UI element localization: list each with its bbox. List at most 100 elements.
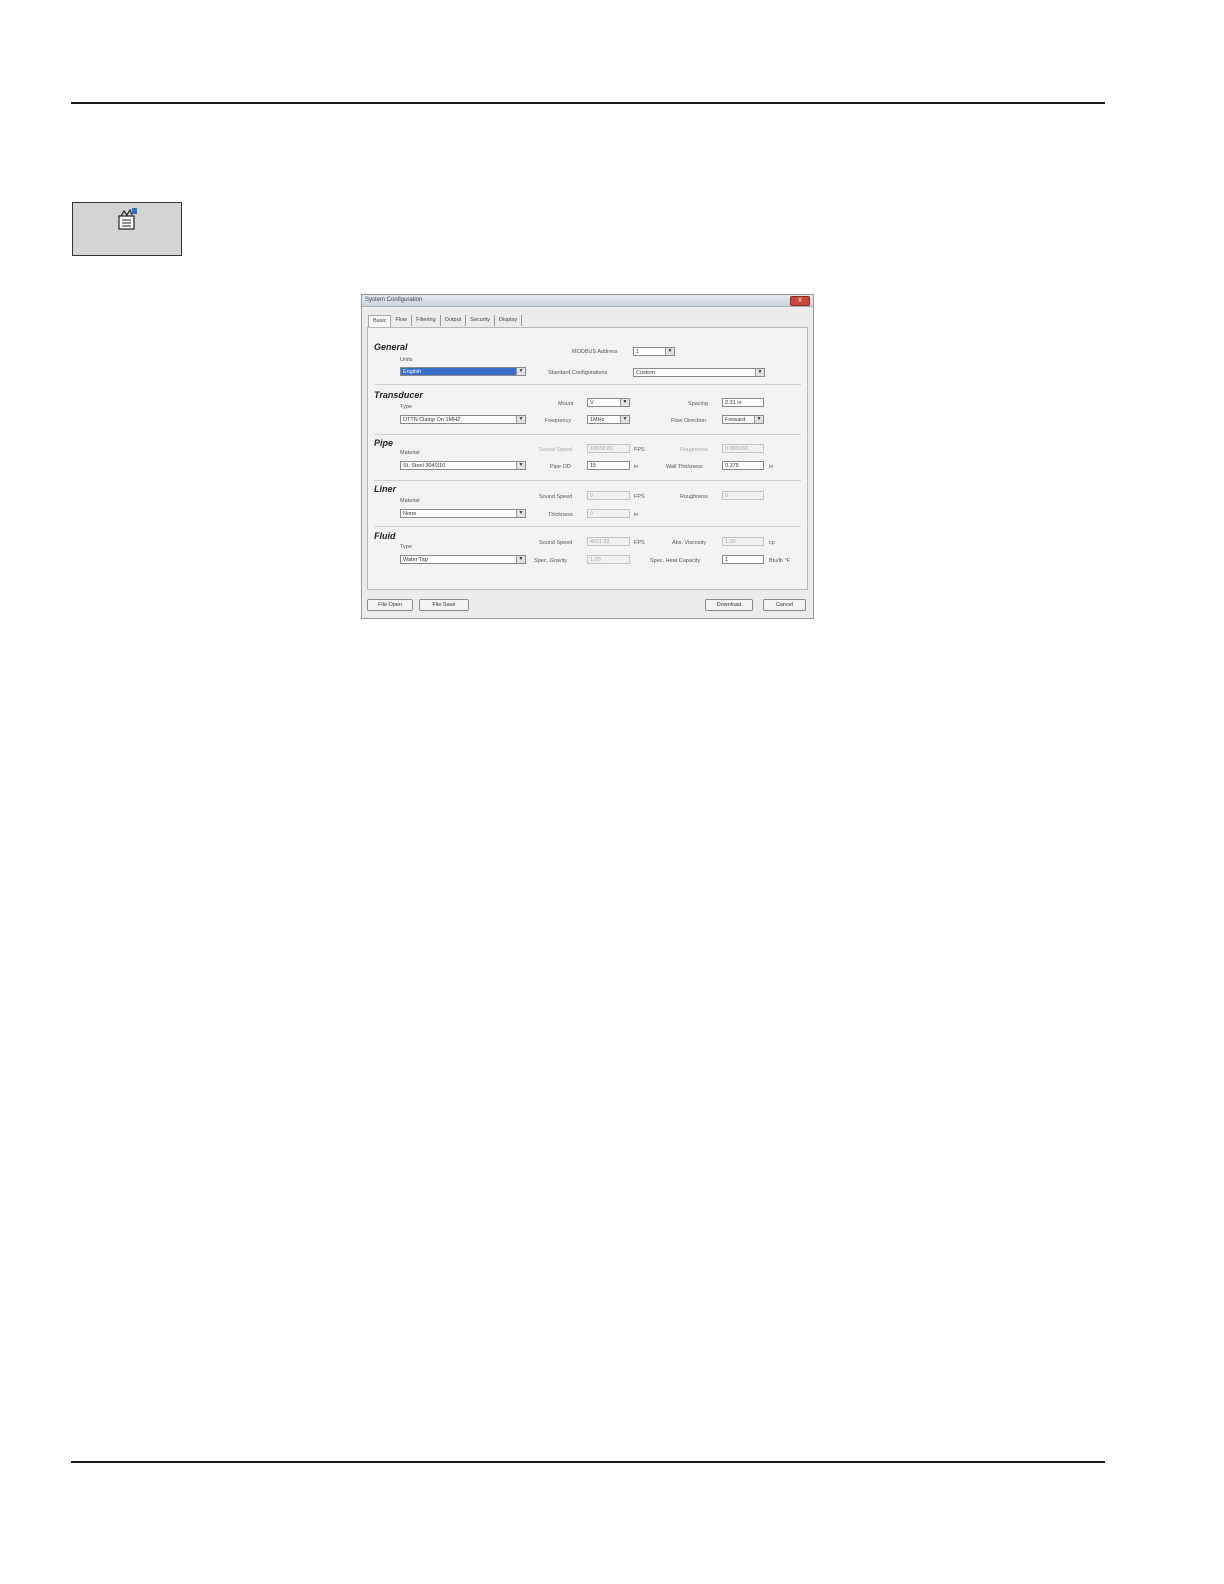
liner-sound-speed-label: Sound Speed: [539, 494, 573, 500]
frequency-value: 1MHz: [590, 417, 605, 423]
fluid-sound-speed-field[interactable]: 4911.32: [587, 537, 630, 546]
pipe-roughness-label: Roughness: [680, 447, 708, 453]
liner-title: Liner: [374, 484, 397, 494]
fluid-title: Fluid: [374, 531, 396, 541]
tab-display[interactable]: Display: [495, 315, 523, 326]
chevron-down-icon: ▼: [754, 416, 763, 423]
transducer-section: [374, 384, 801, 435]
pipe-material-select[interactable]: St. Steel 304/316 ▼: [400, 461, 526, 470]
frequency-label: Frequency: [545, 418, 571, 424]
standard-config-value: Custom: [636, 370, 655, 376]
general-section: [374, 338, 801, 385]
spec-gravity-field[interactable]: 1.00: [587, 555, 630, 564]
pipe-od-field[interactable]: 15: [587, 461, 630, 470]
liner-material-value: None: [403, 511, 417, 517]
modbus-select[interactable]: 1 ▼: [633, 347, 675, 356]
flow-direction-value: Forward: [725, 417, 746, 423]
system-configuration-toolbar-button[interactable]: [72, 202, 182, 256]
spec-heat-label: Spec. Heat Capacity: [650, 558, 701, 564]
fluid-type-label: Type: [400, 544, 412, 550]
chevron-down-icon: ▼: [665, 348, 674, 355]
spacing-field[interactable]: 2.31 in: [722, 398, 764, 407]
liner-thickness-unit: in: [634, 512, 639, 518]
pipe-sound-speed-field[interactable]: 10032.81: [587, 444, 630, 453]
liner-sound-speed-unit: FPS: [634, 494, 645, 500]
liner-thickness-field[interactable]: 0: [587, 509, 630, 518]
liner-section: [374, 480, 801, 527]
tab-flow[interactable]: Flow: [391, 315, 413, 326]
tab-security[interactable]: Security: [466, 315, 496, 326]
units-select[interactable]: English ▼: [400, 367, 526, 376]
mount-select[interactable]: V ▼: [587, 398, 630, 407]
flow-direction-select[interactable]: Forward ▼: [722, 415, 764, 424]
modbus-label: MODBUS Address: [572, 349, 618, 355]
header-rule: [71, 102, 1105, 104]
spec-heat-unit: Btu/lb °F: [769, 558, 791, 564]
spacing-label: Spacing: [688, 401, 708, 407]
liner-thickness-label: Thickness: [548, 512, 573, 518]
spec-heat-field[interactable]: 1: [722, 555, 764, 564]
spec-gravity-label: Spec. Gravity: [534, 558, 568, 564]
liner-roughness-label: Roughness: [680, 494, 708, 500]
tab-bar: Basic Flow Filtering Output Security Dis…: [368, 315, 523, 328]
pipe-title: Pipe: [374, 438, 394, 448]
chevron-down-icon: ▼: [516, 368, 525, 375]
pipe-sound-speed-label: Sound Speed: [539, 447, 573, 453]
modbus-value: 1: [636, 349, 640, 355]
chevron-down-icon: ▼: [516, 510, 525, 517]
close-button[interactable]: X: [790, 296, 810, 306]
dialog-title: System Configuration: [365, 297, 423, 303]
units-value: English: [403, 369, 422, 375]
abs-viscosity-field[interactable]: 1.00: [722, 537, 764, 546]
liner-material-label: Material: [400, 498, 420, 504]
file-open-button[interactable]: File Open: [367, 599, 413, 611]
footer-rule: [71, 1461, 1105, 1463]
chevron-down-icon: ▼: [516, 556, 525, 563]
wall-thickness-label: Wall Thickness: [666, 464, 703, 470]
pipe-section: [374, 434, 801, 481]
system-configuration-dialog: System Configuration X Basic Flow Filter…: [361, 294, 814, 619]
fluid-type-value: Water Tap: [403, 557, 428, 563]
standard-config-label: Standard Configurations: [548, 370, 608, 376]
pipe-roughness-field[interactable]: 0.000150: [722, 444, 764, 453]
cancel-button[interactable]: Cancel: [763, 599, 806, 611]
pipe-od-unit: in: [634, 464, 639, 470]
liner-sound-speed-field[interactable]: 0: [587, 491, 630, 500]
chevron-down-icon: ▼: [516, 462, 525, 469]
flow-direction-label: Flow Direction: [671, 418, 706, 424]
pipe-sound-speed-unit: FPS: [634, 447, 645, 453]
liner-roughness-field[interactable]: 0: [722, 491, 764, 500]
chevron-down-icon: ▼: [620, 416, 629, 423]
pipe-material-label: Material: [400, 450, 420, 456]
mount-label: Mount: [558, 401, 574, 407]
transducer-type-label: Type: [400, 404, 412, 410]
mount-value: V: [590, 400, 594, 406]
chevron-down-icon: ▼: [620, 399, 629, 406]
chevron-down-icon: ▼: [516, 416, 525, 423]
dialog-titlebar: System Configuration X: [362, 295, 813, 307]
wall-thickness-unit: in: [769, 464, 774, 470]
download-button[interactable]: Download: [705, 599, 753, 611]
frequency-select[interactable]: 1MHz ▼: [587, 415, 630, 424]
transducer-title: Transducer: [374, 390, 423, 400]
abs-viscosity-label: Abs. Viscosity: [672, 540, 707, 546]
transducer-type-select[interactable]: DTTN Clamp On 1MHZ ▼: [400, 415, 526, 424]
chevron-down-icon: ▼: [755, 369, 764, 376]
liner-material-select[interactable]: None ▼: [400, 509, 526, 518]
pipe-material-value: St. Steel 304/316: [403, 463, 446, 469]
fluid-sound-speed-unit: FPS: [634, 540, 645, 546]
fluid-type-select[interactable]: Water Tap ▼: [400, 555, 526, 564]
configuration-icon: [118, 208, 137, 230]
pipe-od-label: Pipe OD: [550, 464, 571, 470]
units-label: Units: [400, 357, 413, 363]
standard-config-select[interactable]: Custom ▼: [633, 368, 765, 377]
file-save-button[interactable]: File Save: [419, 599, 469, 611]
tab-output[interactable]: Output: [441, 315, 467, 326]
abs-viscosity-unit: cp: [769, 540, 775, 546]
basic-tab-panel: General Units English ▼ MODBUS Address 1 ▼…: [367, 327, 808, 590]
wall-thickness-field[interactable]: 0.375: [722, 461, 764, 470]
transducer-type-value: DTTN Clamp On 1MHZ: [403, 417, 461, 423]
tab-filtering[interactable]: Filtering: [412, 315, 441, 326]
fluid-sound-speed-label: Sound Speed: [539, 540, 573, 546]
general-title: General: [374, 342, 408, 352]
